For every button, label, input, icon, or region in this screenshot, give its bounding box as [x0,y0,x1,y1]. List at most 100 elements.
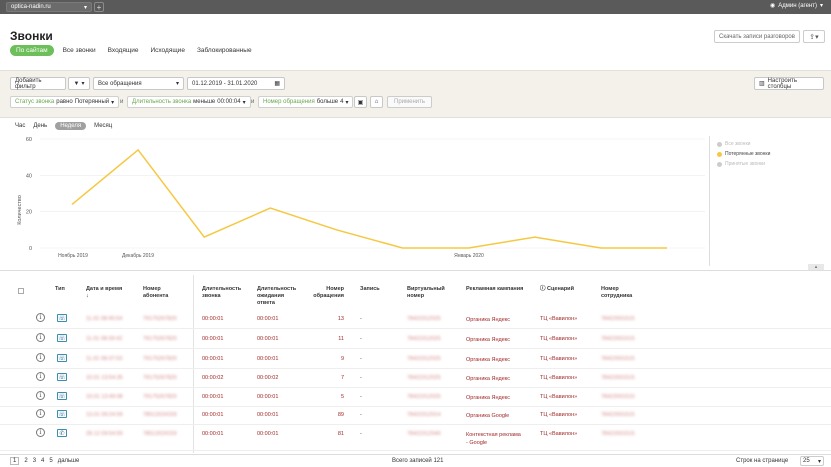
col-employee[interactable]: Номер сотрудника [601,286,637,300]
cell-campaign[interactable]: Органика Google [466,412,524,420]
cell-appeal-number[interactable]: 7 [311,375,344,381]
filter-menu-button[interactable]: ▼ ▾ [68,77,90,90]
apply-button[interactable]: Применить [387,96,433,108]
table-row[interactable]: i ☏ 11.01 08:39:42 79175267820 00:00:01 00:00… [0,330,831,349]
cell-scenario[interactable]: ТЦ «Вавилон» [540,412,577,418]
tab-by-sites[interactable]: По сайтам [10,45,54,56]
page-2[interactable]: 2 [24,458,27,464]
cell-appeal-number[interactable]: 9 [311,356,344,362]
cell-duration: 00:00:01 [202,431,224,437]
export-button[interactable]: ⇪ ▾ [803,30,825,43]
granularity-hour[interactable]: Час [15,123,25,129]
col-record[interactable]: Запись [360,286,380,293]
legend-accepted-calls[interactable]: Принятые звонки [717,161,770,167]
appeals-select[interactable]: Все обращения ▾ [93,77,184,90]
clear-filter-button[interactable]: ⌂ [370,96,383,108]
tab-incoming[interactable]: Входящие [105,45,142,56]
cell-scenario[interactable]: ТЦ «Вавилон» [540,431,577,437]
chevron-down-icon: ▾ [83,4,87,11]
info-icon[interactable]: i [36,409,45,418]
download-records-button[interactable]: Скачать записи разговоров [714,30,800,43]
cell-campaign[interactable]: Органика Яндекс [466,336,524,344]
cell-campaign[interactable]: Контекстная реклама - Google [466,431,524,447]
page-4[interactable]: 4 [41,458,44,464]
cell-campaign[interactable]: Органика Яндекс [466,375,524,383]
table-row[interactable]: i ✆ 28.12 09:54:59 78512024159 00:00:01 00:00… [0,425,831,451]
cell-employee: 78422001515 [601,336,635,342]
col-phone[interactable]: Номер абонента [143,286,177,300]
add-filter-button[interactable]: Добавить фильтр [10,77,66,90]
legend-dot [717,151,722,157]
cell-scenario[interactable]: ТЦ «Вавилон» [540,356,577,362]
chevron-down-icon: ▾ [817,458,821,465]
chip-key: Номер обращения [263,99,315,105]
granularity-day[interactable]: День [33,123,47,129]
rows-per-page-select[interactable]: 25 ▾ [800,456,824,466]
cell-scenario[interactable]: ТЦ «Вавилон» [540,316,577,322]
col-duration[interactable]: Длительность звонка [202,286,241,300]
add-site-button[interactable]: + [94,2,104,12]
table-row[interactable]: i ☏ 11.01 08:45:54 79175267820 00:00:01 00:00… [0,310,831,329]
legend-lost-calls[interactable]: Потерянные звонки [717,151,770,157]
tab-all-calls[interactable]: Все звонки [60,45,99,56]
page-title: Звонки [10,29,53,43]
select-all-checkbox[interactable] [18,288,24,294]
configure-columns-button[interactable]: ▥ Настроить столбцы [754,77,824,90]
save-filter-button[interactable]: ▣ [354,96,367,108]
col-virtual-number[interactable]: Виртуальный номер [407,286,447,300]
granularity-week[interactable]: Неделя [55,122,87,130]
info-icon[interactable]: i [36,353,45,362]
filter-chip-status[interactable]: Статус звонка равно Потерянный ▾ [10,96,120,108]
cell-virtual-number: 78422312025 [407,356,441,362]
col-datetime[interactable]: Дата и время ↓ [86,286,126,300]
cell-appeal-number[interactable]: 13 [311,316,344,322]
chip-op: меньше [193,99,216,105]
chip-value: 00:00:04 [217,99,241,105]
table-row[interactable]: i ☏ 13.01 09:24:59 78512024159 00:00:01 00:00… [0,406,831,425]
cell-campaign[interactable]: Органика Яндекс [466,356,524,364]
site-select[interactable]: optica-nadin.ru ▾ [6,2,92,12]
cell-virtual-number: 78422312014 [407,412,441,418]
page-1[interactable]: 1 [10,457,20,465]
cell-datetime: 28.12 09:54:59 [86,431,123,437]
page-3[interactable]: 3 [33,458,36,464]
cell-campaign[interactable]: Органика Яндекс [466,394,524,402]
date-range-picker[interactable]: 01.12.2019 - 31.01.2020 ▦ [187,77,285,90]
cell-appeal-number[interactable]: 81 [311,431,344,437]
tab-blocked[interactable]: Заблокированные [194,45,255,56]
user-menu[interactable]: ◉ Админ (агент) ▾ [770,2,823,10]
granularity-switch: Час День Неделя Месяц [15,122,112,130]
col-campaign[interactable]: Рекламная кампания [466,286,523,293]
info-icon[interactable]: i [36,372,45,381]
info-icon[interactable]: i [36,333,45,342]
table-row[interactable]: i ☏ 11.01 08:37:03 79175267820 00:00:01 00:00… [0,350,831,369]
cell-campaign[interactable]: Органика Яндекс [466,316,524,324]
cell-datetime: 11.01 08:37:03 [86,356,123,362]
cell-appeal-number[interactable]: 5 [311,394,344,400]
cell-scenario[interactable]: ТЦ «Вавилон» [540,394,577,400]
site-select-label: optica-nadin.ru [11,4,51,10]
info-icon[interactable]: i [36,391,45,400]
info-icon[interactable]: i [36,428,45,437]
granularity-month[interactable]: Месяц [94,123,112,129]
filter-chip-duration[interactable]: Длительность звонка меньше 00:00:04 ▾ [127,96,251,108]
next-page-link[interactable]: дальше [58,458,80,464]
cell-scenario[interactable]: ТЦ «Вавилон» [540,375,577,381]
table-row[interactable]: i ☏ 10.01 13:49:08 79175267820 00:00:01 00:00… [0,388,831,407]
col-scenario[interactable]: ⓘ Сценарий [540,286,574,293]
tabs: По сайтам Все звонки Входящие Исходящие … [10,45,255,56]
cell-appeal-number[interactable]: 11 [311,336,344,342]
cell-scenario[interactable]: ТЦ «Вавилон» [540,336,577,342]
col-type[interactable]: Тип [55,286,65,293]
table-row[interactable]: i ☏ 10.01 13:54:35 79175267820 00:00:02 00:00… [0,369,831,388]
col-appeal-number[interactable]: Номер обращения [311,286,344,300]
col-wait[interactable]: Длительность ожидания ответа [257,286,303,307]
page-5[interactable]: 5 [49,458,52,464]
info-icon: ⓘ [540,286,548,292]
filter-chip-appeal-number[interactable]: Номер обращения больше 4 ▾ [258,96,354,108]
legend-all-calls[interactable]: Все звонки [717,141,770,147]
tab-outgoing[interactable]: Исходящие [147,45,187,56]
cell-record: - [360,394,362,400]
cell-appeal-number[interactable]: 89 [311,412,344,418]
info-icon[interactable]: i [36,313,45,322]
